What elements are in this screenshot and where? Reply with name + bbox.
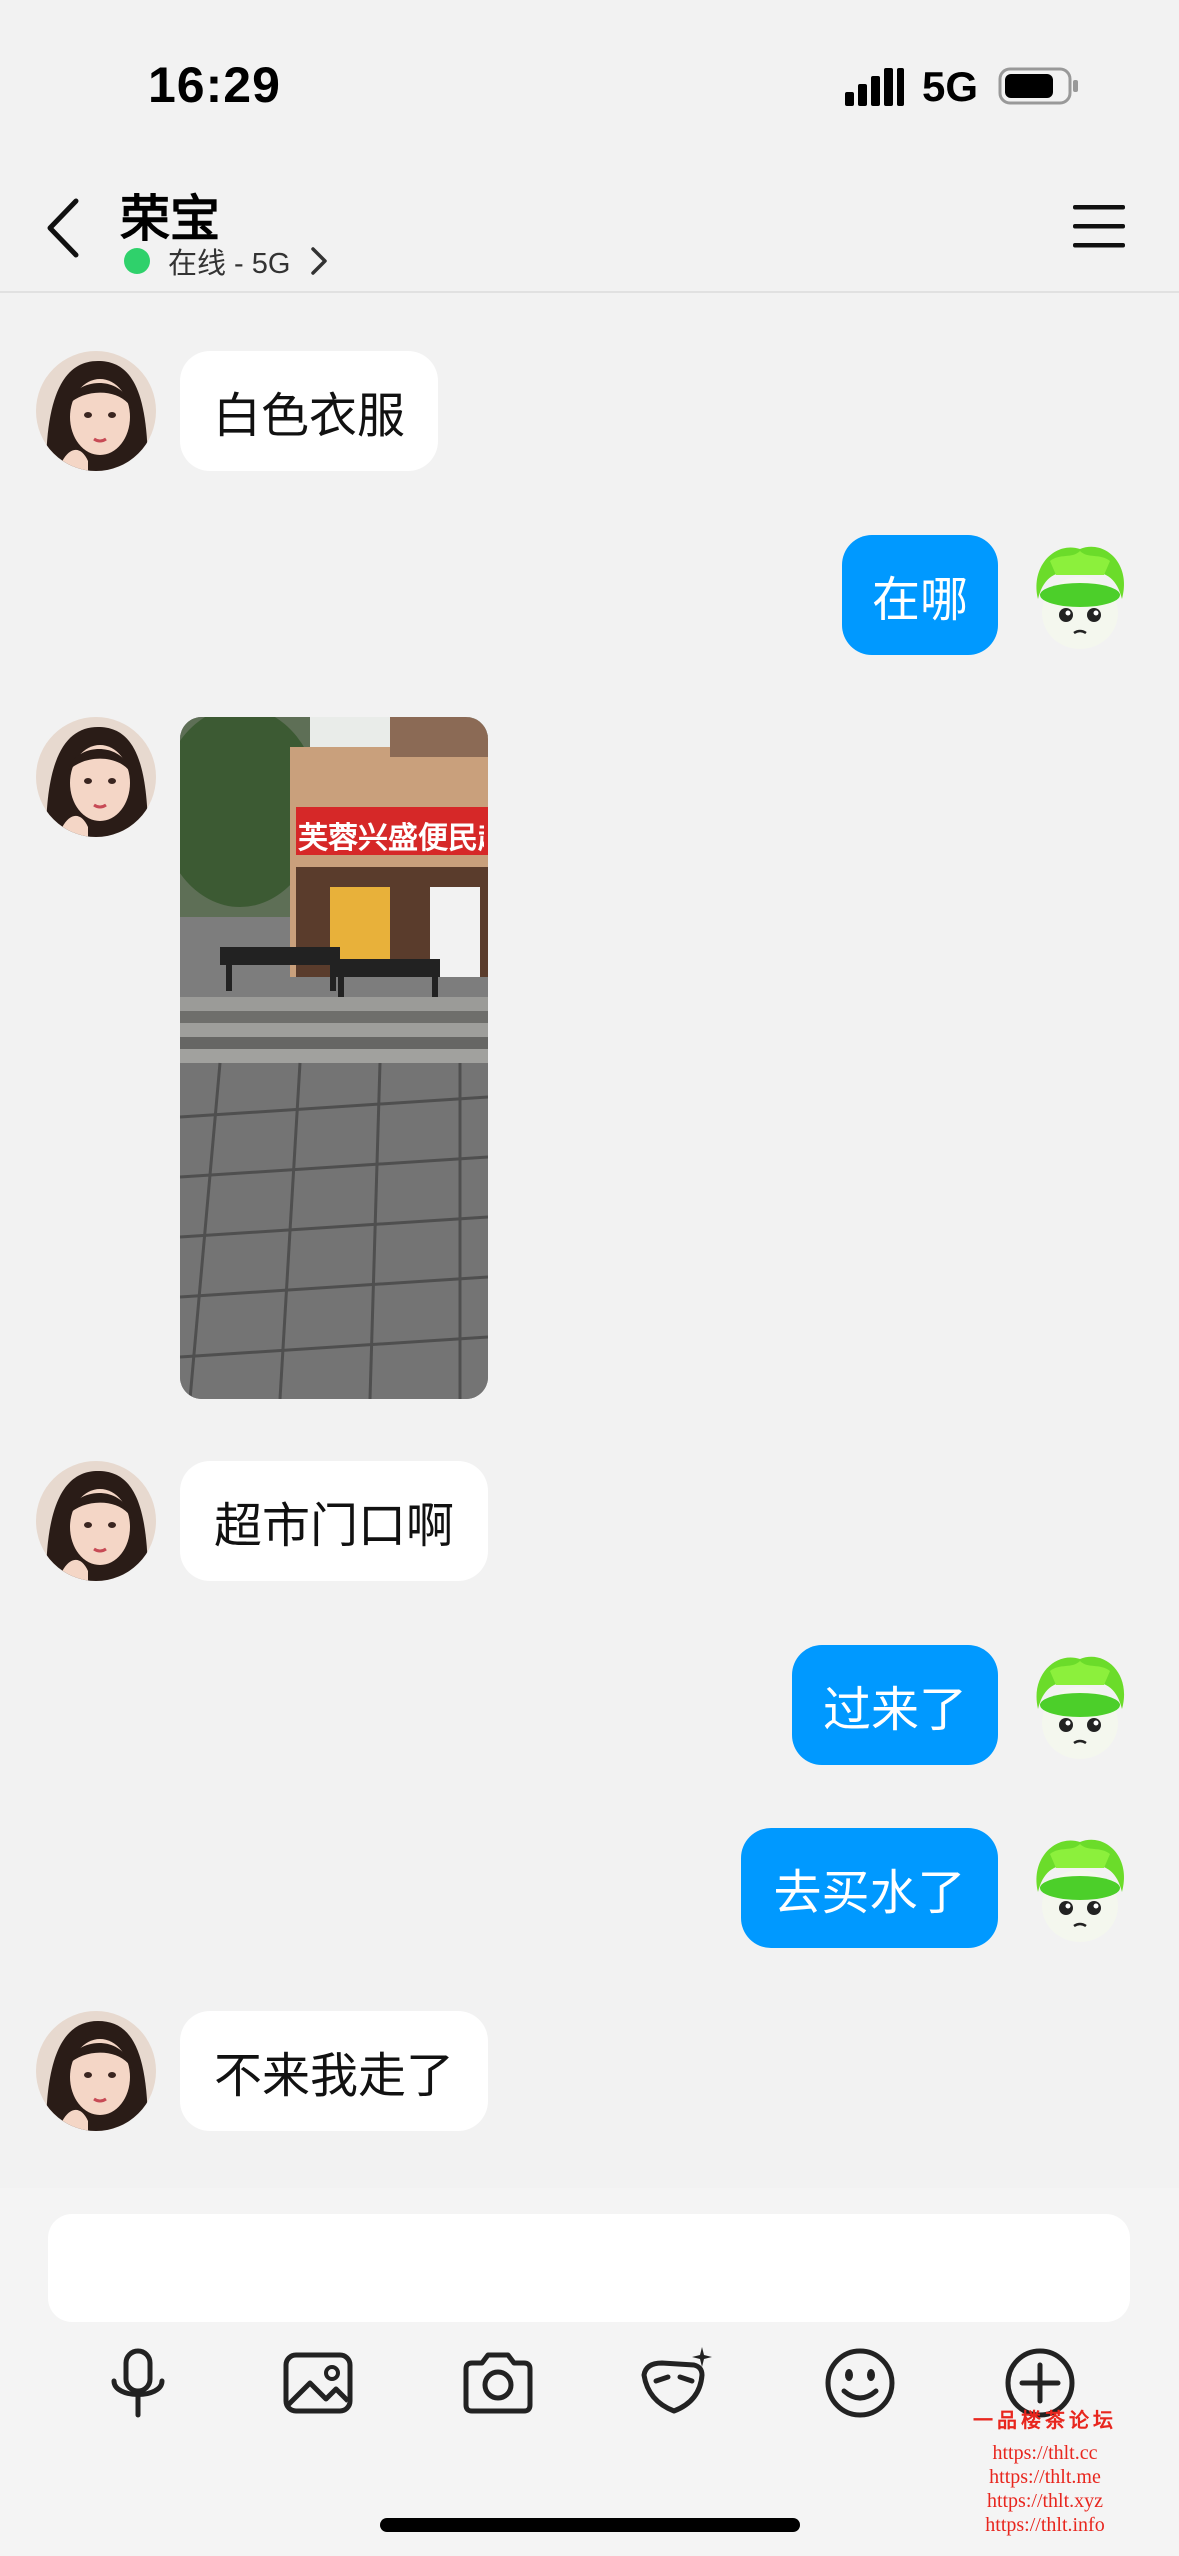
my-avatar[interactable]	[1020, 1645, 1140, 1765]
watermark-title: 一品楼茶论坛	[973, 2410, 1117, 2432]
incoming-message-bubble[interactable]: 不来我走了	[180, 2011, 488, 2131]
message-list[interactable]: 白色衣服 在哪 芙蓉兴盛便民 超市门口啊 过来了 去买水了 不来我走了	[0, 295, 1179, 2185]
message-text: 去买水了	[773, 1867, 966, 1920]
signal-bars-icon	[845, 68, 904, 106]
network-type: 5G	[922, 63, 979, 110]
my-avatar[interactable]	[1020, 535, 1140, 655]
message-input[interactable]	[48, 2214, 1130, 2322]
contact-avatar[interactable]	[36, 717, 156, 837]
contact-avatar[interactable]	[36, 1461, 156, 1581]
chevron-left-icon[interactable]	[38, 193, 88, 263]
message-text: 在哪	[872, 574, 969, 627]
status-time: 16:29	[148, 57, 281, 113]
message-text: 不来我走了	[213, 2050, 454, 2103]
battery-icon	[998, 67, 1078, 105]
image-message[interactable]: 芙蓉兴盛便民超市	[180, 717, 488, 1399]
online-status-text: 在线 - 5G	[168, 248, 291, 280]
store-sign-text: 芙蓉兴盛便民超市	[298, 822, 484, 855]
online-status[interactable]: 在线 - 5G	[124, 241, 330, 281]
hamburger-menu-icon[interactable]	[1071, 201, 1127, 251]
watermark-url: https://thlt.info	[985, 2514, 1105, 2536]
my-avatar[interactable]	[1020, 1828, 1140, 1948]
home-indicator[interactable]	[380, 2518, 800, 2532]
online-dot-icon	[124, 248, 150, 274]
contact-avatar[interactable]	[36, 351, 156, 471]
camera-icon[interactable]	[458, 2343, 538, 2423]
watermark-url: https://thlt.cc	[992, 2442, 1098, 2464]
contact-avatar[interactable]	[36, 2011, 156, 2131]
sticker-icon[interactable]	[636, 2343, 716, 2423]
message-text: 白色衣服	[212, 390, 405, 443]
outgoing-message-bubble[interactable]: 过来了	[792, 1645, 998, 1765]
emoji-icon[interactable]	[820, 2343, 900, 2423]
chat-header: 荣宝 在线 - 5G	[0, 165, 1179, 293]
chevron-right-icon	[311, 247, 328, 275]
incoming-message-bubble[interactable]: 白色衣服	[180, 351, 438, 471]
microphone-icon[interactable]	[98, 2343, 178, 2423]
status-bar: 16:29 5G	[0, 0, 1179, 165]
outgoing-message-bubble[interactable]: 在哪	[842, 535, 998, 655]
outgoing-message-bubble[interactable]: 去买水了	[741, 1828, 998, 1948]
incoming-message-bubble[interactable]: 超市门口啊	[180, 1461, 488, 1581]
watermark-url: https://thlt.xyz	[986, 2490, 1104, 2512]
message-text: 超市门口啊	[213, 1500, 454, 1553]
watermark-url: https://thlt.me	[989, 2466, 1101, 2488]
image-icon[interactable]	[278, 2343, 358, 2423]
message-text: 过来了	[822, 1684, 967, 1737]
watermark: 一品楼茶论坛 https://thlt.cc https://thlt.me h…	[955, 2404, 1135, 2537]
